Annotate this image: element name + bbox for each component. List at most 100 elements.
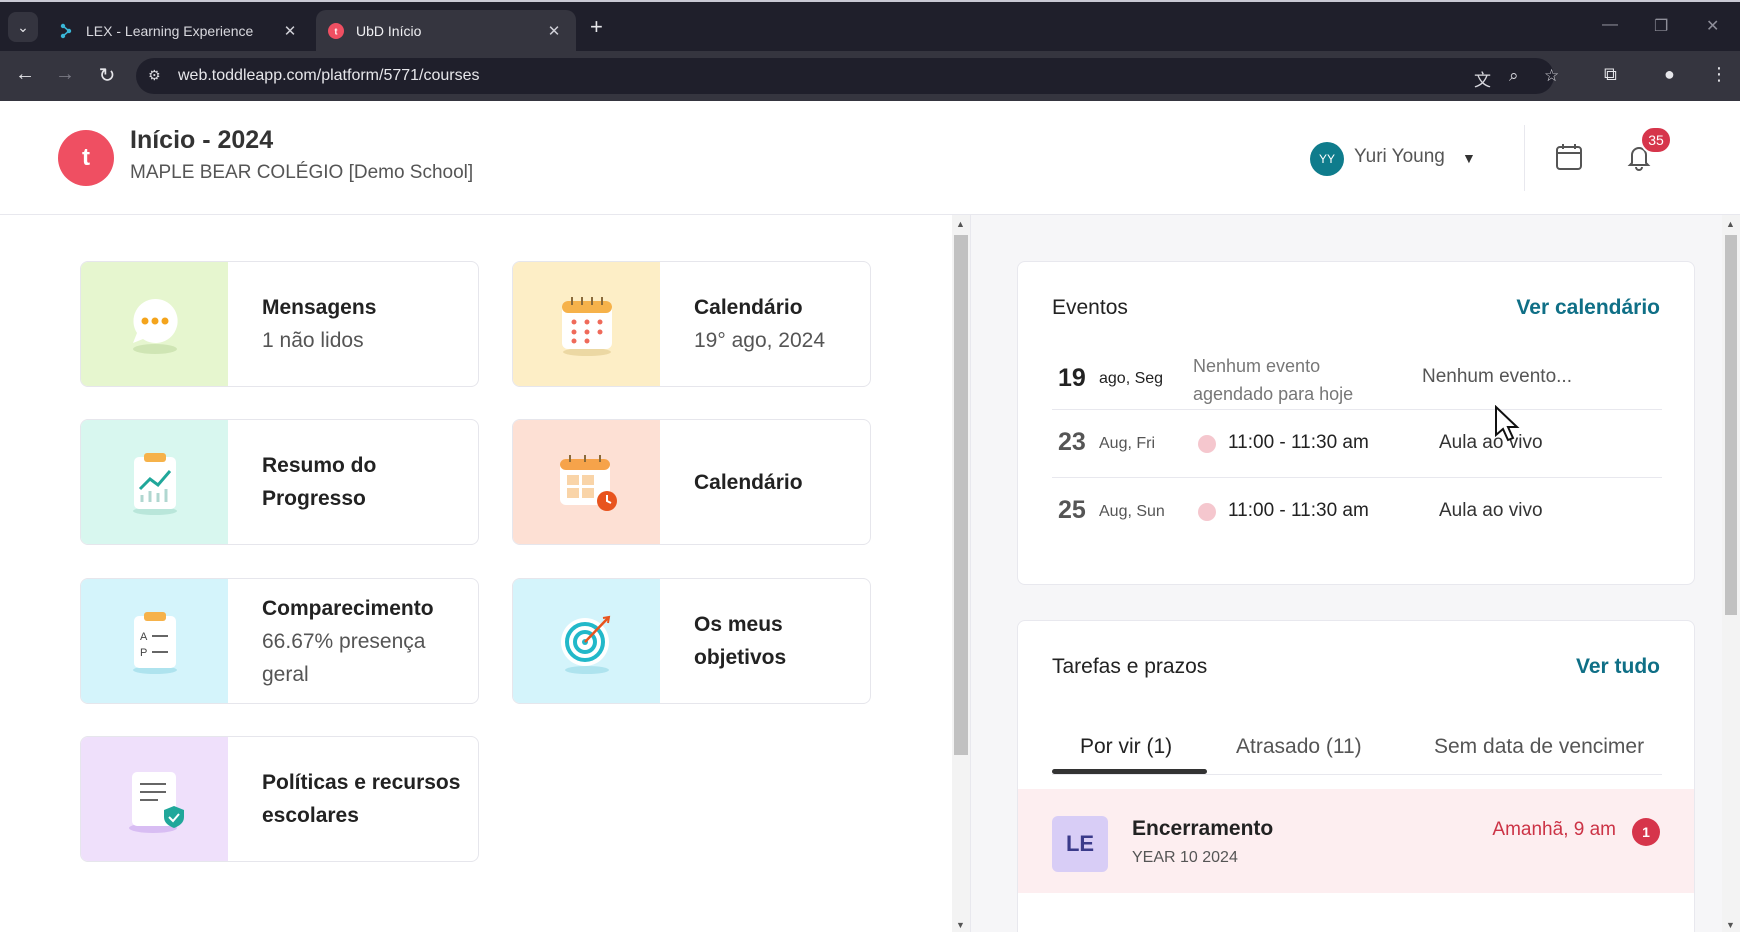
task-row[interactable]: LE Encerramento YEAR 10 2024 Amanhã, 9 a… (1018, 789, 1694, 893)
event-color-dot (1198, 503, 1216, 521)
app-header (0, 101, 1740, 215)
card-detail: 19° ago, 2024 (694, 329, 826, 352)
left-scrollbar[interactable]: ▲ ▼ (952, 215, 970, 932)
tab-overdue[interactable]: Atrasado (11) (1236, 735, 1362, 759)
card-detail: 66.67% presença geral (262, 629, 426, 686)
task-title: Encerramento (1132, 817, 1274, 840)
url-text[interactable]: web.toddleapp.com/platform/5771/courses (178, 67, 480, 85)
right-scrollbar[interactable]: ▲ ▼ (1722, 215, 1740, 932)
event-time: 11:00 - 11:30 am (1228, 500, 1369, 521)
zoom-icon[interactable]: ⌕ (1509, 66, 1519, 86)
card-title: Políticas e recursos escolares (262, 771, 461, 827)
event-row[interactable]: 19 ago, Seg Nenhum evento agendado para … (1052, 342, 1662, 410)
card-progress-summary[interactable]: Resumo do Progresso (80, 419, 479, 545)
card-title: Comparecimento (262, 596, 434, 620)
mouse-cursor-icon (1494, 404, 1520, 448)
translate-icon[interactable]: 文 (1474, 66, 1491, 91)
avatar[interactable]: YY (1310, 142, 1344, 176)
scrollbar-thumb[interactable] (954, 235, 968, 755)
lex-favicon-icon (58, 23, 74, 39)
card-attendance[interactable]: AP Comparecimento 66.67% presença geral (80, 578, 479, 704)
forward-arrow-icon[interactable]: → (52, 63, 78, 86)
browser-tab-lex[interactable]: LEX - Learning Experience ✕ (46, 10, 312, 52)
task-class: YEAR 10 2024 (1132, 849, 1238, 866)
browser-tab-bar: ⌄ LEX - Learning Experience ✕ t UbD Iníc… (0, 0, 1740, 52)
header-divider (1524, 125, 1525, 191)
event-row[interactable]: 23 Aug, Fri 11:00 - 11:30 am Aula ao viv… (1052, 410, 1662, 478)
task-due-date: Amanhã, 9 am (1492, 819, 1616, 840)
events-panel: Eventos Ver calendário 19 ago, Seg Nenhu… (1017, 261, 1695, 585)
notification-badge: 35 (1640, 126, 1672, 154)
reload-icon[interactable]: ↻ (94, 63, 120, 88)
view-all-link[interactable]: Ver tudo (1576, 655, 1660, 679)
task-avatar: LE (1052, 816, 1108, 872)
calendar-icon (561, 297, 612, 356)
scroll-down-icon[interactable]: ▼ (1726, 920, 1735, 930)
event-weekday: Aug, Fri (1099, 435, 1156, 452)
new-tab-icon[interactable]: + (590, 14, 603, 40)
chevron-down-icon[interactable]: ⌄ (8, 12, 38, 42)
tab-title: LEX - Learning Experience (86, 23, 254, 39)
event-day: 25 (1058, 496, 1086, 524)
event-color-dot (1198, 435, 1216, 453)
dashboard-cards: Mensagens 1 não lidos Calendário 19° ago… (0, 215, 952, 932)
event-name: Nenhum evento... (1422, 366, 1572, 387)
card-tile (81, 262, 228, 386)
restore-icon[interactable]: ❐ (1654, 16, 1668, 36)
browser-tab-ubd[interactable]: t UbD Início ✕ (316, 10, 576, 52)
card-tile (513, 579, 660, 703)
close-icon[interactable]: ✕ (544, 22, 564, 40)
card-tile: AP (81, 579, 228, 703)
toddle-logo[interactable]: t (58, 130, 114, 186)
svg-text:P: P (140, 647, 147, 659)
user-name[interactable]: Yuri Young (1354, 146, 1445, 168)
chat-bubble-icon (132, 298, 178, 354)
scroll-up-icon[interactable]: ▲ (1726, 219, 1735, 229)
task-count-badge: 1 (1632, 818, 1660, 846)
card-detail: 1 não lidos (262, 329, 364, 352)
caret-down-icon[interactable]: ▼ (1462, 150, 1476, 166)
scrollbar-thumb[interactable] (1725, 235, 1737, 615)
event-weekday: ago, Seg (1099, 370, 1164, 387)
card-title: Calendário (694, 470, 803, 494)
card-title: Mensagens (262, 296, 377, 319)
event-empty-message: Nenhum evento agendado para hoje (1193, 356, 1354, 404)
card-title: Os meus objetivos (694, 613, 787, 669)
minimize-icon[interactable]: — (1602, 16, 1618, 34)
card-tile (81, 737, 228, 861)
bookmark-star-icon[interactable]: ☆ (1544, 66, 1559, 86)
card-school-policies[interactable]: Políticas e recursos escolares (80, 736, 479, 862)
event-day: 23 (1058, 428, 1086, 456)
card-title: Resumo do Progresso (262, 454, 377, 510)
calendar-icon[interactable] (1554, 142, 1584, 172)
back-arrow-icon[interactable]: ← (12, 63, 38, 86)
extensions-icon[interactable]: ⧉ (1604, 64, 1617, 85)
event-name: Aula ao vivo (1439, 500, 1543, 521)
card-title: Calendário (694, 296, 803, 319)
view-calendar-link[interactable]: Ver calendário (1516, 296, 1660, 320)
event-time: 11:00 - 11:30 am (1228, 432, 1369, 453)
window-close-icon[interactable]: ✕ (1706, 16, 1719, 36)
tab-upcoming[interactable]: Por vir (1) (1080, 735, 1172, 759)
card-messages[interactable]: Mensagens 1 não lidos (80, 261, 479, 387)
browser-toolbar: ← → ↻ ⚙ web.toddleapp.com/platform/5771/… (0, 51, 1740, 101)
card-calendar-date[interactable]: Calendário 19° ago, 2024 (512, 261, 871, 387)
tasks-title: Tarefas e prazos (1052, 655, 1208, 678)
card-calendar[interactable]: Calendário (512, 419, 871, 545)
tab-no-due-date[interactable]: Sem data de vencimer (1434, 735, 1644, 759)
event-row[interactable]: 25 Aug, Sun 11:00 - 11:30 am Aula ao viv… (1052, 478, 1662, 546)
svg-text:A: A (140, 631, 148, 643)
address-bar[interactable]: ⚙ web.toddleapp.com/platform/5771/course… (136, 58, 1559, 94)
scroll-down-icon[interactable]: ▼ (956, 920, 965, 930)
close-icon[interactable]: ✕ (280, 22, 300, 40)
toddle-favicon-icon: t (328, 23, 344, 39)
site-info-icon[interactable]: ⚙ (148, 67, 161, 84)
profile-icon[interactable]: ● (1664, 64, 1675, 85)
page-title: Início - 2024 (130, 126, 274, 154)
event-weekday: Aug, Sun (1099, 503, 1165, 520)
tab-title: UbD Início (356, 23, 422, 39)
card-goals[interactable]: Os meus objetivos (512, 578, 871, 704)
scroll-up-icon[interactable]: ▲ (956, 219, 965, 229)
browser-menu-icon[interactable]: ⋮ (1710, 64, 1728, 85)
policy-document-icon (128, 772, 184, 833)
